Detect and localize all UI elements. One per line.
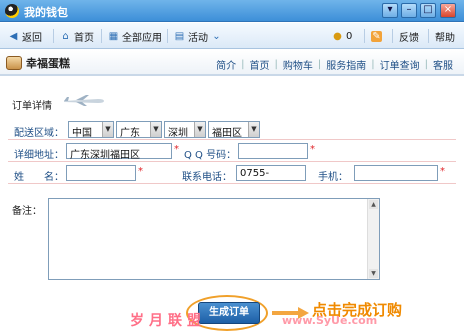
toolbar: ◀ 返回 ⌂ 首页 ▦ 全部应用 ▤ 活动 ⌄ ● 0 ✎ 反馈 帮助 (0, 23, 464, 49)
dropdown-arrow-icon: ▼ (102, 122, 113, 137)
order-form: 订单详情 配送区域： 中国 ▼ 广东 ▼ 深圳 ▼ 福田区 ▼ 详细地址： 广东… (0, 78, 464, 331)
section-title: 订单详情 (12, 101, 52, 112)
store-brand[interactable]: 幸福蛋糕 (6, 55, 70, 71)
memo-textarea[interactable]: ▲ ▼ (48, 198, 380, 280)
phone-label: 联系电话： (182, 172, 232, 183)
coins-indicator[interactable]: ● 0 (332, 28, 352, 44)
nav-customer-service[interactable]: 客服 (428, 57, 458, 72)
store-nav: 简介 | 首页 | 购物车 | 服务指南 | 订单查询 | 客服 (211, 57, 458, 72)
phone-input[interactable]: 0755- (236, 165, 306, 181)
coins-value: 0 (346, 30, 353, 42)
all-apps-button[interactable]: ▦ 全部应用 (108, 28, 162, 44)
memo-scrollbar[interactable]: ▲ ▼ (367, 199, 379, 279)
maximize-button[interactable]: □ (420, 3, 436, 18)
district-select[interactable]: 福田区 ▼ (208, 121, 260, 139)
close-button[interactable]: × (440, 3, 456, 18)
feedback-label: 反馈 (399, 32, 419, 44)
memo-label: 备注： (12, 206, 42, 217)
province-value: 广东 (120, 128, 140, 139)
toolbar-divider (53, 29, 54, 43)
home-label: 首页 (74, 32, 94, 44)
qq-input[interactable] (238, 143, 308, 159)
province-select[interactable]: 广东 ▼ (116, 121, 162, 139)
watermark-text: 岁月联盟 (130, 313, 206, 329)
cake-icon (6, 56, 22, 70)
toolbar-divider (101, 29, 102, 43)
name-label: 姓 名： (14, 172, 64, 183)
country-select[interactable]: 中国 ▼ (68, 121, 114, 139)
store-name: 幸福蛋糕 (26, 57, 70, 70)
toolbar-divider (167, 29, 168, 43)
dropdown-arrow-icon: ▼ (150, 122, 161, 137)
window-title: 我的钱包 (24, 6, 68, 19)
window-title-bar: 我的钱包 ▾ – □ × (0, 0, 464, 22)
toolbar-divider (428, 29, 429, 43)
activity-button[interactable]: ▤ 活动 ⌄ (174, 28, 222, 44)
qq-penguin-icon (5, 4, 19, 18)
minimize-button[interactable]: – (401, 3, 417, 18)
back-button[interactable]: ◀ 返回 (8, 28, 42, 44)
grid-icon: ▦ (108, 30, 119, 42)
required-mark: * (174, 144, 179, 155)
back-label: 返回 (22, 32, 42, 44)
nav-home[interactable]: 首页 (245, 57, 275, 72)
scroll-down-icon[interactable]: ▼ (369, 269, 378, 278)
feedback-button[interactable]: 反馈 (399, 28, 419, 44)
region-label: 配送区域： (14, 128, 64, 139)
all-apps-label: 全部应用 (122, 32, 162, 44)
country-value: 中国 (72, 128, 92, 139)
home-button[interactable]: ⌂ 首页 (60, 28, 94, 44)
back-arrow-icon: ◀ (9, 30, 18, 42)
address-input[interactable]: 广东深圳福田区 (66, 143, 172, 161)
help-button[interactable]: 帮助 (435, 28, 455, 44)
nav-cart[interactable]: 购物车 (278, 57, 318, 72)
region-row: 配送区域： 中国 ▼ 广东 ▼ 深圳 ▼ 福田区 ▼ (8, 120, 456, 140)
city-select[interactable]: 深圳 ▼ (164, 121, 206, 139)
qq-label: Q Q 号码： (184, 150, 237, 161)
address-row: 详细地址： 广东深圳福田区 * Q Q 号码： * (8, 142, 456, 162)
toolbar-divider (364, 29, 365, 43)
settings-button[interactable]: ✎ (371, 28, 382, 44)
mobile-input[interactable] (354, 165, 438, 181)
contact-row: 姓 名： * 联系电话： 0755- 手机： * (8, 164, 456, 184)
store-header: 幸福蛋糕 简介 | 首页 | 购物车 | 服务指南 | 订单查询 | 客服 (0, 50, 464, 76)
district-value: 福田区 (212, 128, 242, 139)
toolbar-divider (392, 29, 393, 43)
required-mark: * (440, 166, 445, 177)
name-input[interactable] (66, 165, 136, 181)
nav-intro[interactable]: 简介 (211, 57, 241, 72)
nav-order-query[interactable]: 订单查询 (375, 57, 425, 72)
coin-icon: ● (333, 30, 342, 42)
city-value: 深圳 (168, 128, 188, 139)
required-mark: * (138, 166, 143, 177)
home-icon: ⌂ (62, 30, 69, 42)
wrench-icon: ✎ (371, 30, 382, 42)
required-mark: * (310, 144, 315, 155)
watermark-url: www.SyUe.com (282, 314, 378, 327)
dropdown-arrow-icon: ▼ (248, 122, 259, 137)
menu-dropdown-button[interactable]: ▾ (382, 3, 398, 18)
generate-order-button[interactable]: 生成订单 (198, 302, 260, 324)
dropdown-arrow-icon: ▼ (194, 122, 205, 137)
nav-service-guide[interactable]: 服务指南 (321, 57, 371, 72)
address-label: 详细地址： (14, 150, 64, 161)
airplane-icon (64, 95, 104, 106)
mobile-label: 手机： (318, 172, 348, 183)
help-label: 帮助 (435, 32, 455, 44)
chevron-down-icon: ⌄ (212, 30, 221, 42)
calendar-icon: ▤ (174, 30, 185, 42)
activity-label: 活动 (188, 32, 208, 44)
scroll-up-icon[interactable]: ▲ (369, 200, 378, 209)
